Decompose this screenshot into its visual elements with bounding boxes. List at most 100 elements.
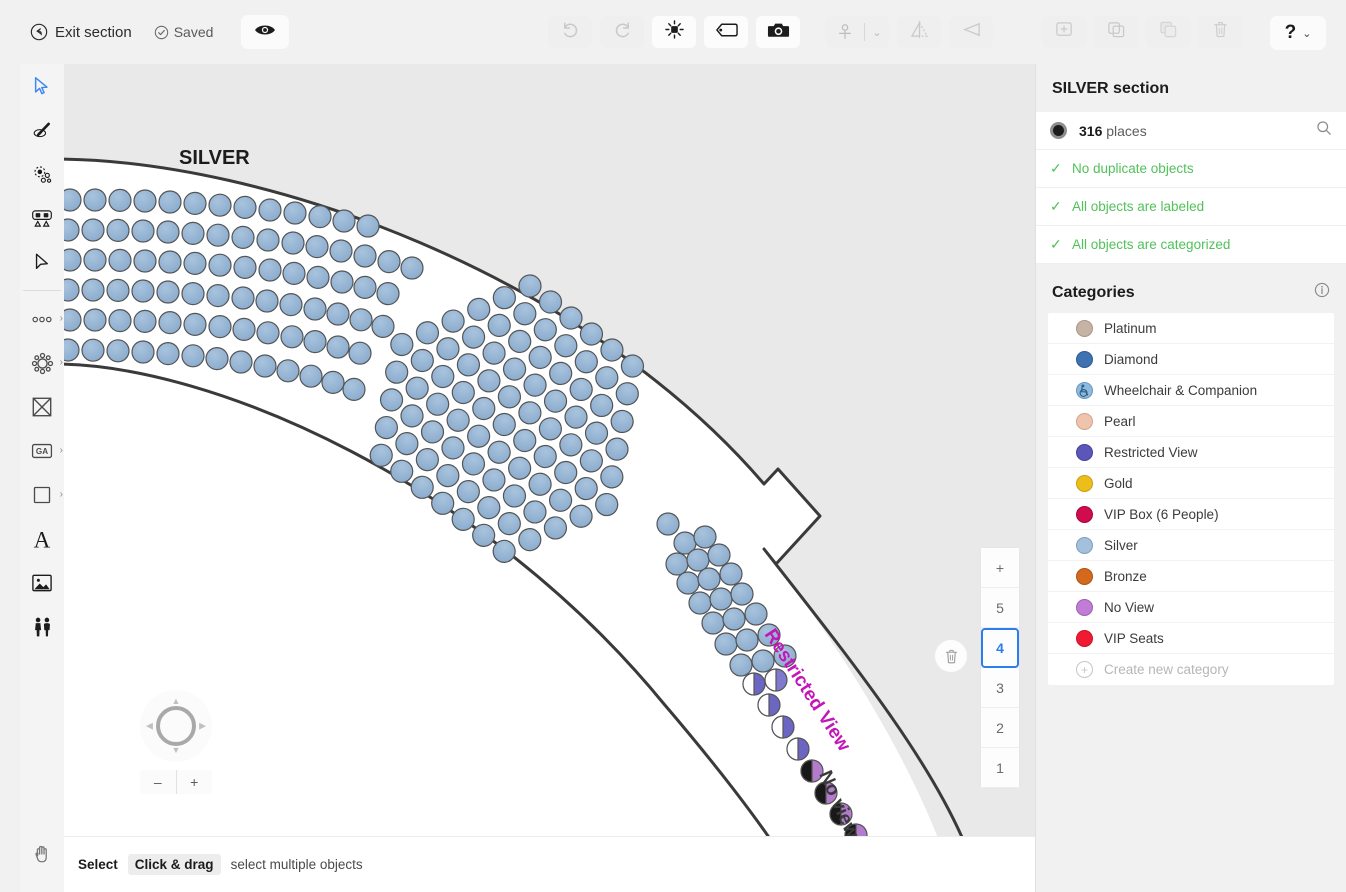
seat: [697, 567, 721, 591]
category-restricted-view[interactable]: Restricted View: [1048, 437, 1334, 468]
nav-ring[interactable]: [156, 706, 196, 746]
level-4[interactable]: 4: [981, 628, 1019, 668]
exit-section-label: Exit section: [55, 23, 132, 41]
tool-focal-dots[interactable]: [20, 152, 64, 196]
svg-text:GA: GA: [36, 447, 48, 456]
rail-divider: [23, 290, 61, 291]
category-pearl[interactable]: Pearl: [1048, 406, 1334, 437]
level-2[interactable]: 2: [981, 708, 1019, 748]
tool-section[interactable]: [20, 196, 64, 240]
seatmap-canvas[interactable]: SILVER Restricted View No view ▲ ▼ ◀ ▶ –…: [64, 64, 1035, 836]
level-5[interactable]: 5: [981, 588, 1019, 628]
flip-horizontal-button[interactable]: [949, 16, 993, 48]
help-label: ?: [1284, 22, 1297, 43]
help-button[interactable]: ? ⌄: [1270, 16, 1326, 50]
check-icon: ✓: [1050, 160, 1062, 176]
add-duplicate-icon: [1054, 20, 1075, 44]
zoom-out-button[interactable]: –: [140, 770, 177, 794]
seat: [676, 571, 700, 595]
back-arrow-icon: [30, 23, 48, 41]
nav-up-arrow[interactable]: ▲: [172, 697, 181, 706]
categories-list: Platinum Diamond Wheelchair & Companion …: [1048, 313, 1334, 685]
category-label: Wheelchair & Companion: [1104, 382, 1258, 398]
panel-title: SILVER section: [1052, 80, 1170, 97]
seat: [701, 611, 725, 635]
wheelchair-icon: [1076, 381, 1093, 399]
color-swatch: [1076, 536, 1093, 554]
create-new-category-button[interactable]: + Create new category: [1048, 654, 1334, 685]
nav-down-arrow[interactable]: ▼: [172, 746, 181, 755]
seat-restricted: [786, 737, 810, 761]
section-summary-card: 316 places ✓ No duplicate objects ✓ All …: [1036, 112, 1346, 264]
focal-point-button[interactable]: [652, 16, 696, 48]
nav-right-arrow[interactable]: ▶: [199, 721, 206, 731]
validation-label: All objects are categorized: [1072, 237, 1231, 252]
svg-text:A: A: [34, 527, 51, 551]
category-gold[interactable]: Gold: [1048, 468, 1334, 499]
duplicate-button[interactable]: [1094, 16, 1138, 48]
color-swatch: [1076, 350, 1093, 368]
tool-magic-wand[interactable]: [20, 108, 64, 152]
align-dropdown[interactable]: ⌄: [826, 16, 889, 48]
category-platinum[interactable]: Platinum: [1048, 313, 1334, 344]
tool-general-admission[interactable]: GA ›: [20, 429, 64, 473]
exit-section-button[interactable]: Exit section: [30, 23, 132, 41]
search-icon[interactable]: [1316, 120, 1332, 141]
tool-people[interactable]: [20, 605, 64, 649]
copy-button[interactable]: [1146, 16, 1190, 48]
category-vip-seats[interactable]: VIP Seats: [1048, 623, 1334, 654]
places-label: 316 places: [1079, 123, 1316, 139]
tool-pan-hand[interactable]: [20, 832, 64, 876]
tool-select[interactable]: [20, 64, 64, 108]
left-tool-rail: › › GA › › A: [20, 64, 64, 892]
category-silver[interactable]: Silver: [1048, 530, 1334, 561]
camera-button[interactable]: [756, 16, 800, 48]
seat-restricted: [742, 672, 766, 696]
seat: [707, 543, 731, 567]
category-vip-box[interactable]: VIP Box (6 People): [1048, 499, 1334, 530]
category-label: Gold: [1104, 475, 1133, 491]
info-icon[interactable]: [1314, 282, 1330, 303]
seat: [665, 552, 689, 576]
chevron-right-icon: ›: [59, 357, 63, 368]
check-icon: ✓: [1050, 198, 1062, 214]
undo-button[interactable]: [548, 16, 592, 48]
tool-shape[interactable]: [20, 385, 64, 429]
seat: [714, 632, 738, 656]
delete-level-button[interactable]: [935, 640, 967, 672]
seat: [729, 653, 753, 677]
category-bronze[interactable]: Bronze: [1048, 561, 1334, 592]
align-chevron-down-icon[interactable]: ⌄: [865, 26, 889, 39]
level-1[interactable]: 1: [981, 748, 1019, 788]
status-bar: Select Click & drag select multiple obje…: [64, 836, 1035, 892]
add-level-button[interactable]: +: [981, 548, 1019, 588]
navigation-pad[interactable]: ▲ ▼ ◀ ▶: [140, 690, 212, 762]
seat-restricted: [771, 715, 795, 739]
tool-rectangle[interactable]: ›: [20, 473, 64, 517]
tool-row[interactable]: ›: [20, 297, 64, 341]
toolbar-clipboard-group: [1042, 16, 1242, 48]
category-wheelchair-companion[interactable]: Wheelchair & Companion: [1048, 375, 1334, 406]
validation-no-duplicates: ✓ No duplicate objects: [1036, 150, 1346, 188]
nav-left-arrow[interactable]: ◀: [146, 721, 153, 731]
category-diamond[interactable]: Diamond: [1048, 344, 1334, 375]
tool-table[interactable]: ›: [20, 341, 64, 385]
level-3[interactable]: 3: [981, 668, 1019, 708]
label-button[interactable]: [704, 16, 748, 48]
copy-icon: [1158, 20, 1179, 44]
category-no-view[interactable]: No View: [1048, 592, 1334, 623]
status-action: Select: [78, 857, 118, 872]
tool-image[interactable]: [20, 561, 64, 605]
redo-button[interactable]: [600, 16, 644, 48]
preview-toggle-button[interactable]: [241, 15, 290, 49]
delete-button[interactable]: [1198, 16, 1242, 48]
tool-direct-select[interactable]: [20, 240, 64, 284]
plus-circle-icon: +: [1076, 661, 1093, 678]
tool-text[interactable]: A: [20, 517, 64, 561]
chevron-right-icon: ›: [59, 489, 63, 500]
add-duplicate-button[interactable]: [1042, 16, 1086, 48]
flip-vertical-button[interactable]: [897, 16, 941, 48]
places-row[interactable]: 316 places: [1036, 112, 1346, 150]
chevron-right-icon: ›: [59, 445, 63, 456]
zoom-in-button[interactable]: +: [177, 770, 213, 794]
